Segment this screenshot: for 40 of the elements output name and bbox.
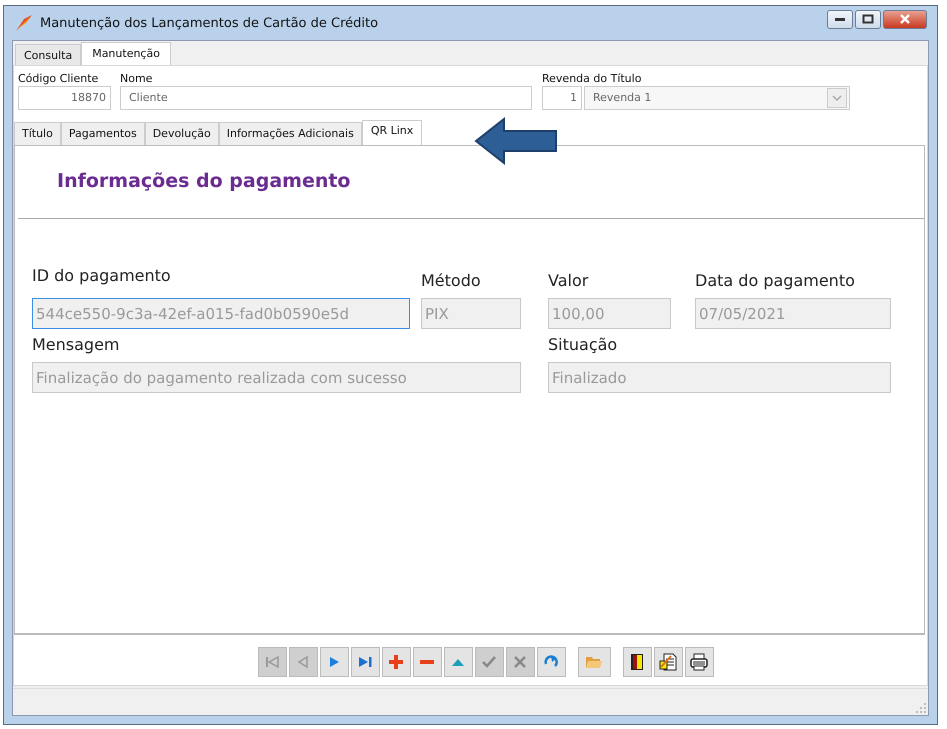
window-title: Manutenção dos Lançamentos de Cartão de Crédito: [40, 16, 378, 30]
field-label: Situação: [548, 335, 618, 354]
door-icon: [628, 653, 646, 671]
code-field[interactable]: 1: [542, 86, 582, 110]
tab[interactable]: Devolução: [144, 122, 219, 145]
tab[interactable]: Título: [14, 122, 61, 145]
tab[interactable]: Consulta: [15, 44, 82, 65]
section-heading: Informações do pagamento: [56, 169, 350, 194]
minimize-button[interactable]: [827, 10, 853, 28]
resize-grip-icon: [916, 703, 926, 713]
close-icon: [900, 14, 910, 24]
close-button[interactable]: [883, 10, 927, 28]
minimize-icon: [835, 18, 845, 20]
tab[interactable]: QR Linx: [362, 120, 422, 145]
code-field[interactable]: 18870: [18, 86, 111, 110]
field-label: Valor: [548, 271, 590, 290]
logo-icon: [14, 13, 34, 33]
tab[interactable]: Pagamentos: [60, 122, 145, 145]
field-label: Nome: [120, 72, 154, 85]
toolbar-button[interactable]: [654, 647, 682, 677]
plus-icon: [387, 653, 405, 671]
maximize-button[interactable]: [855, 10, 881, 28]
tab[interactable]: Manutenção: [81, 42, 171, 65]
toolbar-button[interactable]: [684, 647, 714, 677]
skip-start-icon: [263, 653, 281, 671]
document-pencil-icon: [659, 653, 677, 671]
field-label: ID do pagamento: [32, 266, 172, 285]
name-field[interactable]: Cliente: [120, 86, 532, 110]
toolbar-button[interactable]: [622, 647, 652, 677]
field-label: Método: [421, 271, 482, 290]
printer-icon: [690, 653, 708, 671]
minus-icon: [420, 660, 434, 664]
field-label: Revenda do Título: [542, 72, 642, 85]
maximize-icon: [862, 14, 874, 24]
field-label: Data do pagamento: [695, 271, 856, 290]
field-label: Mensagem: [32, 335, 121, 354]
field-label: Código Cliente: [18, 72, 100, 85]
tab[interactable]: Informações Adicionais: [218, 122, 362, 145]
dropdown[interactable]: Revenda 1: [584, 86, 850, 110]
caret-icon: [827, 88, 847, 108]
